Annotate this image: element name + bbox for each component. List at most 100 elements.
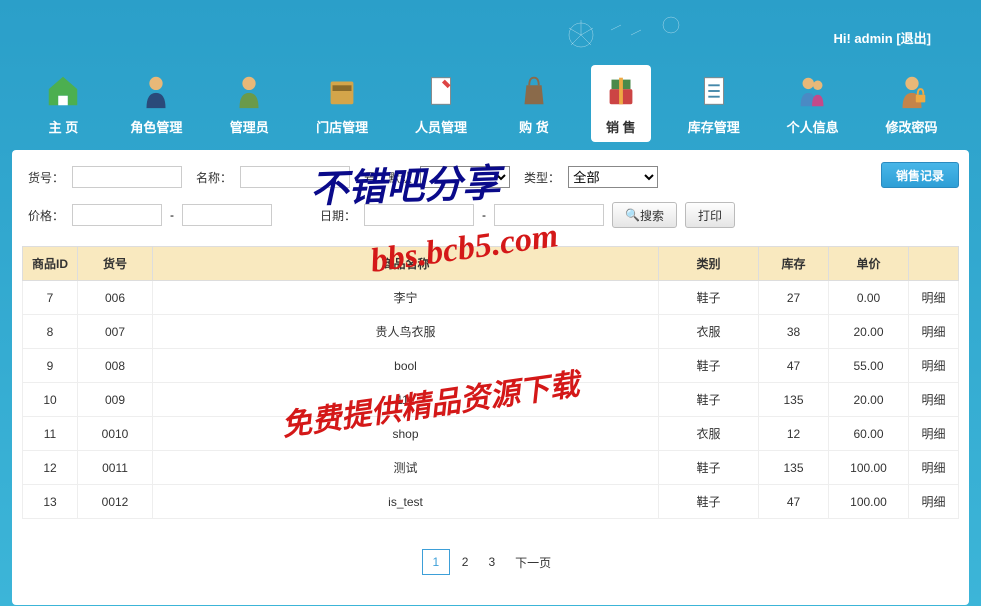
- cell-price: 0.00: [829, 281, 909, 315]
- cell-id: 13: [23, 485, 78, 519]
- cell-name: bool: [153, 349, 659, 383]
- date-start-input[interactable]: [364, 204, 474, 226]
- cell-stock: 12: [759, 417, 829, 451]
- price-min-input[interactable]: [72, 204, 162, 226]
- search-icon: 🔍: [625, 208, 640, 222]
- type-select[interactable]: 全部: [568, 166, 658, 188]
- cell-price: 100.00: [829, 451, 909, 485]
- sales-record-button[interactable]: 销售记录: [881, 162, 959, 188]
- cell-name: 贵人鸟衣服: [153, 315, 659, 349]
- nav-item-inventory[interactable]: 库存管理: [678, 65, 750, 142]
- detail-link[interactable]: 明细: [909, 383, 959, 417]
- nav-item-sale[interactable]: 销 售: [591, 65, 651, 142]
- logout-link[interactable]: [退出]: [896, 31, 931, 46]
- cell-stock: 47: [759, 485, 829, 519]
- type-label: 类型：: [524, 169, 560, 186]
- table-header: [909, 247, 959, 281]
- table-row: 9008bool鞋子4755.00明细: [23, 349, 959, 383]
- role-icon: [136, 71, 176, 111]
- cell-code: 007: [78, 315, 153, 349]
- page-1[interactable]: 1: [422, 549, 450, 575]
- table-header: 类别: [659, 247, 759, 281]
- content-area: 货号： 名称： 号：默认 类型： 全部 销售记录 价格： - 日期： - 🔍 搜…: [12, 150, 969, 605]
- cell-stock: 38: [759, 315, 829, 349]
- price-label: 价格：: [28, 207, 64, 224]
- nav-item-profile[interactable]: 个人信息: [777, 65, 849, 142]
- table-header: 商品名称: [153, 247, 659, 281]
- user-info: Hi! admin [退出]: [833, 28, 931, 47]
- date-end-input[interactable]: [494, 204, 604, 226]
- cell-code: 0010: [78, 417, 153, 451]
- nav-item-role[interactable]: 角色管理: [120, 65, 192, 142]
- filter-bar: 货号： 名称： 号：默认 类型： 全部 销售记录 价格： - 日期： - 🔍 搜…: [22, 160, 959, 240]
- nav-label: 库存管理: [688, 117, 740, 136]
- main-nav: 主 页角色管理 管理员 门店管理 人员管理 购 货销 售 库存管理 个人信息修改密码: [0, 55, 981, 150]
- cell-stock: 135: [759, 383, 829, 417]
- nav-item-person[interactable]: 人员管理: [405, 65, 477, 142]
- cell-id: 10: [23, 383, 78, 417]
- person-icon: [421, 71, 461, 111]
- detail-link[interactable]: 明细: [909, 417, 959, 451]
- detail-link[interactable]: 明细: [909, 315, 959, 349]
- nav-item-admin[interactable]: 管理员: [219, 65, 279, 142]
- nav-label: 销 售: [606, 117, 636, 136]
- cell-id: 11: [23, 417, 78, 451]
- detail-link[interactable]: 明细: [909, 485, 959, 519]
- cell-category: 鞋子: [659, 451, 759, 485]
- date-label: 日期：: [320, 207, 356, 224]
- nav-label: 角色管理: [130, 117, 182, 136]
- table-header: 货号: [78, 247, 153, 281]
- table-row: 8007贵人鸟衣服衣服3820.00明细: [23, 315, 959, 349]
- table-row: 10009111鞋子13520.00明细: [23, 383, 959, 417]
- cell-id: 8: [23, 315, 78, 349]
- nav-item-home[interactable]: 主 页: [33, 65, 93, 142]
- cell-code: 006: [78, 281, 153, 315]
- nav-item-store[interactable]: 门店管理: [306, 65, 378, 142]
- nav-label: 门店管理: [316, 117, 368, 136]
- unknown-select[interactable]: [420, 166, 510, 188]
- purchase-icon: [514, 71, 554, 111]
- nav-item-purchase[interactable]: 购 货: [504, 65, 564, 142]
- cell-code: 0011: [78, 451, 153, 485]
- cell-id: 7: [23, 281, 78, 315]
- code-label: 货号：: [28, 169, 64, 186]
- cell-category: 鞋子: [659, 485, 759, 519]
- greeting-text: Hi! admin: [833, 31, 892, 46]
- cell-category: 鞋子: [659, 349, 759, 383]
- page-2[interactable]: 2: [454, 555, 477, 569]
- cell-code: 008: [78, 349, 153, 383]
- nav-label: 修改密码: [886, 117, 938, 136]
- cell-price: 60.00: [829, 417, 909, 451]
- cell-name: 测试: [153, 451, 659, 485]
- table-row: 7006李宁鞋子270.00明细: [23, 281, 959, 315]
- nav-label: 管理员: [230, 117, 269, 136]
- name-input[interactable]: [240, 166, 350, 188]
- unknown-label: 号：默认: [364, 169, 412, 186]
- nav-label: 人员管理: [415, 117, 467, 136]
- cell-name: shop: [153, 417, 659, 451]
- cell-stock: 47: [759, 349, 829, 383]
- cell-price: 100.00: [829, 485, 909, 519]
- detail-link[interactable]: 明细: [909, 349, 959, 383]
- date-dash: -: [482, 208, 486, 222]
- inventory-icon: [694, 71, 734, 111]
- detail-link[interactable]: 明细: [909, 451, 959, 485]
- cell-stock: 27: [759, 281, 829, 315]
- page-3[interactable]: 3: [480, 555, 503, 569]
- home-icon: [43, 71, 83, 111]
- code-input[interactable]: [72, 166, 182, 188]
- table-row: 110010shop衣服1260.00明细: [23, 417, 959, 451]
- detail-link[interactable]: 明细: [909, 281, 959, 315]
- pagination: 123 下一页: [22, 549, 959, 575]
- cell-price: 55.00: [829, 349, 909, 383]
- price-dash: -: [170, 208, 174, 222]
- table-header: 库存: [759, 247, 829, 281]
- nav-item-password[interactable]: 修改密码: [876, 65, 948, 142]
- password-icon: [892, 71, 932, 111]
- cell-stock: 135: [759, 451, 829, 485]
- table-row: 130012is_test鞋子47100.00明细: [23, 485, 959, 519]
- price-max-input[interactable]: [182, 204, 272, 226]
- search-button[interactable]: 🔍 搜索: [612, 202, 677, 228]
- print-button[interactable]: 打印: [685, 202, 735, 228]
- next-page[interactable]: 下一页: [507, 554, 559, 571]
